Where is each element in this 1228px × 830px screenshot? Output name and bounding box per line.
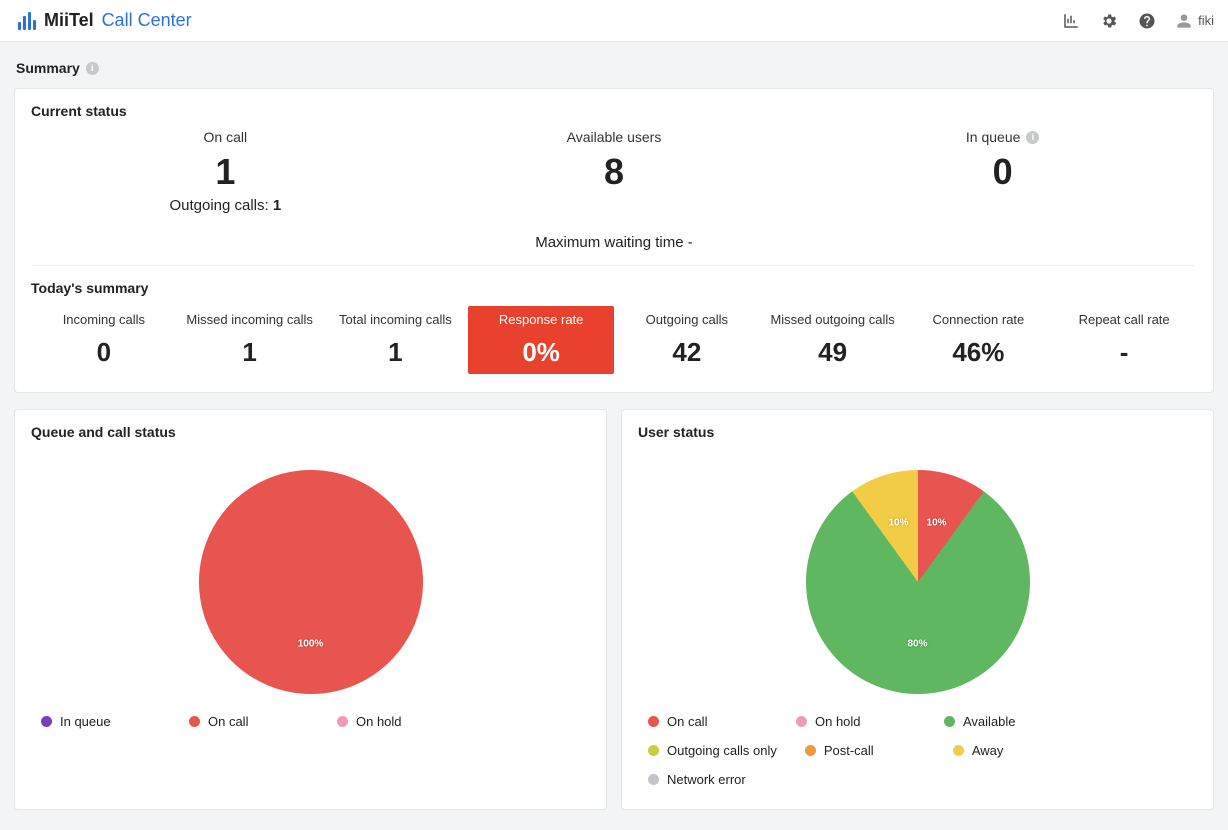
summary-card: Current status On call 1 Outgoing calls:…: [14, 88, 1214, 393]
brand-main: MiiTel: [44, 10, 94, 30]
legend-swatch: [796, 716, 807, 727]
legend-swatch: [648, 716, 659, 727]
legend-swatch: [953, 745, 964, 756]
legend-label: Post-call: [824, 743, 874, 758]
legend-swatch: [648, 745, 659, 756]
current-status-label: Current status: [31, 103, 1197, 119]
legend-label: On hold: [815, 714, 861, 729]
summary-col: Repeat call rate -: [1051, 306, 1197, 374]
brand-logo-icon: [18, 12, 36, 30]
page-title: Summary i: [16, 60, 1214, 76]
status-available: Available users 8: [420, 129, 809, 214]
summary-col: Missed incoming calls 1: [177, 306, 323, 374]
user-status-legend: On call On hold Available Outgoing calls on…: [638, 708, 1197, 791]
legend-item[interactable]: On hold: [796, 714, 916, 729]
legend-label: Available: [963, 714, 1016, 729]
summary-val: 1: [181, 337, 319, 368]
charts-row: Queue and call status 100% In queue On ca…: [14, 409, 1214, 810]
status-on-call: On call 1 Outgoing calls: 1: [31, 129, 420, 214]
summary-lbl: Response rate: [472, 312, 610, 327]
summary-col: Total incoming calls 1: [323, 306, 469, 374]
user-status-pie: 10% 80% 10%: [806, 470, 1030, 694]
legend-swatch: [41, 716, 52, 727]
summary-col: Missed outgoing calls 49: [760, 306, 906, 374]
summary-lbl: Connection rate: [910, 312, 1048, 327]
legend-swatch: [805, 745, 816, 756]
summary-lbl: Missed outgoing calls: [764, 312, 902, 327]
info-icon[interactable]: i: [1026, 131, 1039, 144]
pie-slice-label: 100%: [298, 638, 324, 649]
legend-label: Outgoing calls only: [667, 743, 777, 758]
pie-slice-label: 10%: [888, 518, 908, 529]
legend-label: In queue: [60, 714, 111, 729]
user-status-card: User status 10% 80% 10% On call On hold Avai…: [621, 409, 1214, 810]
user-menu[interactable]: fiki: [1176, 13, 1214, 29]
page: Summary i Current status On call 1 Outgo…: [0, 42, 1228, 830]
legend-swatch: [337, 716, 348, 727]
todays-summary-row: Incoming calls0Missed incoming calls1Tot…: [31, 306, 1197, 374]
max-wait: Maximum waiting time -: [31, 234, 1197, 251]
legend-label: On call: [667, 714, 707, 729]
queue-card-title: Queue and call status: [31, 424, 590, 440]
username: fiki: [1198, 13, 1214, 28]
summary-lbl: Missed incoming calls: [181, 312, 319, 327]
gear-icon[interactable]: [1100, 12, 1118, 30]
summary-lbl: Total incoming calls: [327, 312, 465, 327]
legend-item[interactable]: On call: [648, 714, 768, 729]
legend-label: Away: [972, 743, 1004, 758]
info-icon[interactable]: i: [86, 62, 99, 75]
help-icon[interactable]: [1138, 12, 1156, 30]
legend-label: On call: [208, 714, 248, 729]
summary-val: 0%: [472, 337, 610, 368]
summary-col: Response rate 0%: [468, 306, 614, 374]
divider: [33, 265, 1195, 266]
legend-item[interactable]: Outgoing calls only: [648, 743, 777, 758]
legend-item[interactable]: Network error: [648, 772, 768, 787]
summary-col: Incoming calls 0: [31, 306, 177, 374]
summary-val: 46%: [910, 337, 1048, 368]
legend-label: Network error: [667, 772, 746, 787]
analytics-icon[interactable]: [1062, 12, 1080, 30]
summary-val: 0: [35, 337, 173, 368]
summary-val: 42: [618, 337, 756, 368]
legend-swatch: [944, 716, 955, 727]
queue-status-card: Queue and call status 100% In queue On ca…: [14, 409, 607, 810]
legend-label: On hold: [356, 714, 402, 729]
queue-status-legend: In queue On call On hold: [31, 708, 590, 733]
summary-val: -: [1055, 337, 1193, 368]
summary-col: Outgoing calls 42: [614, 306, 760, 374]
legend-item[interactable]: On call: [189, 714, 309, 729]
summary-col: Connection rate 46%: [906, 306, 1052, 374]
todays-summary-label: Today's summary: [31, 280, 1197, 296]
legend-item[interactable]: Away: [953, 743, 1073, 758]
topbar: MiiTel Call Center fiki: [0, 0, 1228, 42]
summary-lbl: Outgoing calls: [618, 312, 756, 327]
legend-swatch: [648, 774, 659, 785]
summary-lbl: Incoming calls: [35, 312, 173, 327]
pie-slice-label: 10%: [927, 518, 947, 529]
status-in-queue: In queue i 0: [808, 129, 1197, 214]
queue-status-pie: 100%: [199, 470, 423, 694]
user-card-title: User status: [638, 424, 1197, 440]
legend-item[interactable]: Available: [944, 714, 1064, 729]
brand-sub: Call Center: [102, 10, 192, 30]
legend-swatch: [189, 716, 200, 727]
legend-item[interactable]: On hold: [337, 714, 457, 729]
current-status-row: On call 1 Outgoing calls: 1 Available us…: [31, 129, 1197, 214]
topbar-actions: fiki: [1062, 12, 1214, 30]
summary-val: 1: [327, 337, 465, 368]
legend-item[interactable]: In queue: [41, 714, 161, 729]
pie-slice-label: 80%: [907, 638, 927, 649]
summary-val: 49: [764, 337, 902, 368]
user-icon: [1176, 13, 1192, 29]
legend-item[interactable]: Post-call: [805, 743, 925, 758]
summary-lbl: Repeat call rate: [1055, 312, 1193, 327]
brand[interactable]: MiiTel Call Center: [18, 10, 192, 31]
